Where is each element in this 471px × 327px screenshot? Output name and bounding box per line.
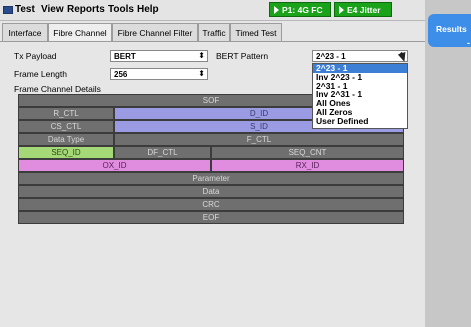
- results-label: Results: [436, 24, 467, 34]
- option-user-defined[interactable]: User Defined: [313, 116, 407, 126]
- port-status-badge[interactable]: P1: 4G FC: [269, 2, 331, 17]
- frame-length-label: Frame Length: [14, 69, 67, 79]
- app-icon: [3, 6, 13, 14]
- field-crc[interactable]: CRC: [18, 198, 404, 211]
- frame-length-value: 256: [114, 70, 128, 79]
- field-data[interactable]: Data: [18, 185, 404, 198]
- bert-pattern-label: BERT Pattern: [216, 51, 269, 61]
- tab-interface[interactable]: Interface: [2, 23, 48, 41]
- menu-help[interactable]: Help: [137, 4, 159, 15]
- tx-payload-label: Tx Payload: [14, 51, 57, 61]
- field-seq-id[interactable]: SEQ_ID: [18, 146, 114, 159]
- play-icon: [339, 6, 344, 14]
- play-icon: [274, 6, 279, 14]
- results-tab[interactable]: Results -: [428, 14, 471, 48]
- tab-divider: [0, 41, 425, 42]
- select-arrows-icon: ⬍: [198, 69, 205, 78]
- tx-payload-value: BERT: [114, 52, 136, 61]
- jitter-status-label: E4 Jitter: [347, 5, 381, 15]
- jitter-status-badge[interactable]: E4 Jitter: [334, 2, 392, 17]
- field-f-ctl[interactable]: F_CTL: [114, 133, 404, 146]
- field-r-ctl[interactable]: R_CTL: [18, 107, 114, 120]
- tab-fibre-channel-filter[interactable]: Fibre Channel Filter: [112, 23, 198, 41]
- menu-test[interactable]: Test: [15, 4, 35, 15]
- field-rx-id[interactable]: RX_ID: [211, 159, 404, 172]
- bert-pattern-value: 2^23 - 1: [316, 52, 346, 61]
- field-eof[interactable]: EOF: [18, 211, 404, 224]
- field-df-ctl[interactable]: DF_CTL: [114, 146, 211, 159]
- tab-timed-test[interactable]: Timed Test: [230, 23, 282, 41]
- frame-length-select[interactable]: 256 ⬍: [110, 68, 208, 80]
- field-cs-ctl[interactable]: CS_CTL: [18, 120, 114, 133]
- menu-view[interactable]: View: [41, 4, 64, 15]
- port-status-label: P1: 4G FC: [282, 5, 323, 15]
- field-parameter[interactable]: Parameter: [18, 172, 404, 185]
- menu-tools[interactable]: Tools: [108, 4, 134, 15]
- select-arrows-icon: ⬍: [198, 51, 205, 60]
- menu-bar: Test View Reports Tools Help P1: 4G FC E…: [0, 0, 430, 21]
- tab-bar: Interface Fibre Channel Fibre Channel Fi…: [0, 23, 425, 42]
- field-ox-id[interactable]: OX_ID: [18, 159, 211, 172]
- bert-pattern-select[interactable]: 2^23 - 1 ⬍: [312, 50, 408, 62]
- menu-reports[interactable]: Reports: [67, 4, 105, 15]
- results-panel: Results -: [425, 0, 471, 327]
- results-expand-icon[interactable]: -: [467, 38, 470, 48]
- tx-payload-select[interactable]: BERT ⬍: [110, 50, 208, 62]
- tab-fibre-channel[interactable]: Fibre Channel: [48, 23, 112, 42]
- bert-pattern-dropdown: 2^23 - 1 Inv 2^23 - 1 2^31 - 1 Inv 2^31 …: [312, 63, 408, 129]
- frame-details-label: Frame Channel Details: [14, 84, 101, 94]
- tab-traffic[interactable]: Traffic: [198, 23, 230, 41]
- field-seq-cnt[interactable]: SEQ_CNT: [211, 146, 404, 159]
- field-data-type[interactable]: Data Type: [18, 133, 114, 146]
